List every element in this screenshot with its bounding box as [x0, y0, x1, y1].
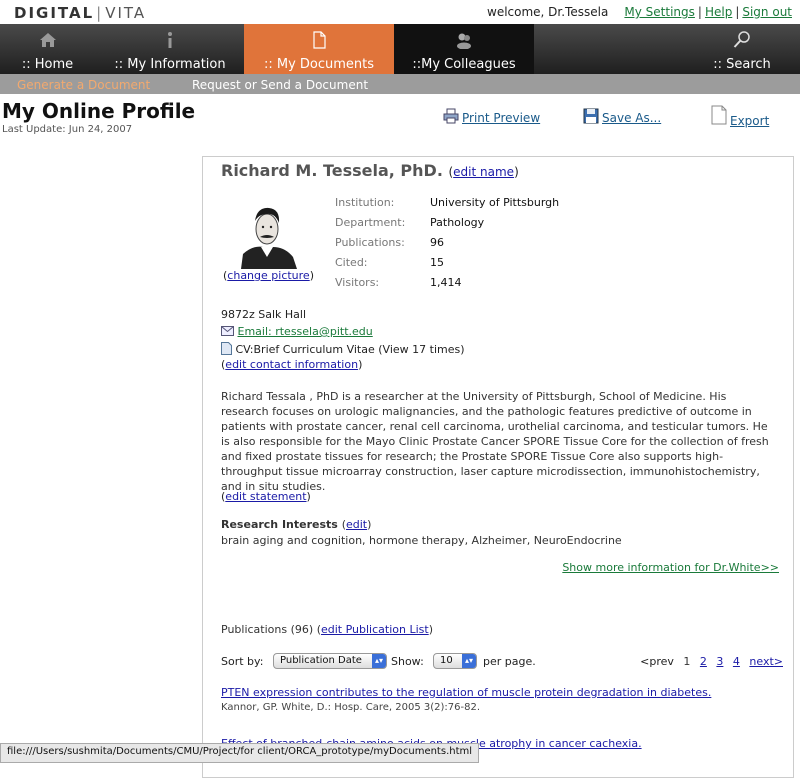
- generate-document-link[interactable]: Generate a Document: [17, 78, 150, 92]
- printer-icon: [443, 108, 459, 124]
- change-picture-link[interactable]: change picture: [227, 269, 309, 282]
- save-as-link[interactable]: Save As...: [602, 111, 661, 125]
- cv-text: CV:Brief Curriculum Vitae (View 17 times…: [235, 343, 465, 356]
- next-page-link[interactable]: next>: [749, 655, 783, 668]
- page-4-link[interactable]: 4: [733, 655, 740, 668]
- export-link[interactable]: Export: [730, 114, 769, 128]
- tab-my-information-label: :: My Information: [114, 57, 226, 72]
- profile-photo: [233, 199, 301, 269]
- home-icon: [39, 33, 56, 47]
- publications-heading: Publications (96) (edit Publication List…: [221, 623, 433, 636]
- brand-right: VITA: [105, 4, 147, 22]
- page-title: My Online Profile: [2, 99, 196, 123]
- tab-search[interactable]: :: Search: [690, 24, 794, 74]
- select-arrows-icon: ▴▾: [372, 654, 386, 668]
- page-size-select[interactable]: 10 ▴▾: [433, 653, 477, 669]
- profile-name-row: Richard M. Tessela, PhD. (edit name): [221, 161, 519, 180]
- edit-contact-link[interactable]: edit contact information: [225, 358, 358, 371]
- tab-home-label: :: Home: [21, 57, 74, 72]
- info-key: Publications:: [335, 236, 405, 249]
- page-3-link[interactable]: 3: [716, 655, 723, 668]
- edit-name-link[interactable]: edit name: [453, 165, 514, 179]
- tab-my-colleagues-label: ::My Colleagues: [412, 57, 516, 72]
- colleagues-icon: [457, 33, 471, 49]
- tab-home[interactable]: :: Home: [0, 24, 95, 74]
- sign-out-link[interactable]: Sign out: [742, 5, 792, 19]
- publications-label: Publications (96): [221, 623, 314, 636]
- info-value: 15: [430, 256, 444, 269]
- info-value: 1,414: [430, 276, 462, 289]
- top-bar: DIGITAL | VITA welcome, Dr.Tessela My Sett…: [0, 0, 800, 24]
- select-arrows-icon: ▴▾: [462, 654, 476, 668]
- edit-contact-row: (edit contact information): [221, 358, 363, 371]
- info-value: 96: [430, 236, 444, 249]
- tab-my-colleagues[interactable]: ::My Colleagues: [394, 24, 534, 74]
- edit-statement-link[interactable]: edit statement: [225, 490, 306, 503]
- sort-label: Sort by:: [221, 655, 264, 668]
- edit-interests-link[interactable]: edit: [346, 518, 367, 531]
- export-page-icon: [711, 105, 727, 125]
- sort-value: Publication Date: [280, 655, 362, 666]
- sort-select[interactable]: Publication Date ▴▾: [273, 653, 387, 669]
- page-size-value: 10: [440, 655, 453, 666]
- request-send-document-link[interactable]: Request or Send a Document: [192, 78, 368, 92]
- tab-my-information[interactable]: :: My Information: [100, 24, 240, 74]
- research-interests-label: Research Interests: [221, 518, 338, 531]
- last-update: Last Update: Jun 24, 2007: [2, 124, 132, 135]
- show-label: Show:: [391, 655, 424, 668]
- publication-title-link[interactable]: PTEN expression contributes to the regul…: [221, 686, 711, 699]
- document-icon: [313, 31, 326, 49]
- last-update-label: Last Update:: [2, 124, 66, 135]
- envelope-icon: [221, 326, 234, 336]
- email-link[interactable]: Email: rtessela@pitt.edu: [238, 325, 373, 338]
- research-statement: Richard Tessala , PhD is a researcher at…: [221, 390, 769, 493]
- info-value: Pathology: [430, 216, 485, 229]
- page-1: 1: [683, 655, 691, 668]
- publication-citation: Kannor, GP. White, D.: Hosp. Care, 2005 …: [221, 702, 481, 713]
- sub-nav: Generate a Document Request or Send a Do…: [0, 74, 800, 94]
- prev-page-link[interactable]: <prev: [640, 655, 674, 668]
- edit-publication-list-link[interactable]: edit Publication List: [321, 623, 429, 636]
- brand-separator: |: [96, 4, 104, 22]
- pagination: <prev 1 2 3 4 next>: [634, 655, 783, 668]
- my-settings-link[interactable]: My Settings: [624, 5, 695, 19]
- change-picture-row: (change picture): [223, 269, 314, 282]
- address: 9872z Salk Hall: [221, 308, 307, 321]
- tab-my-documents[interactable]: :: My Documents: [244, 24, 394, 74]
- research-interests-heading: Research Interests (edit): [221, 518, 372, 531]
- profile-card: Richard M. Tessela, PhD. (edit name) (ch…: [202, 156, 794, 778]
- main-nav: :: Home :: My Information :: My Document…: [0, 24, 800, 74]
- brand-left: DIGITAL: [14, 4, 95, 22]
- document-icon: [221, 342, 232, 355]
- info-value: University of Pittsburgh: [430, 196, 560, 209]
- tab-search-label: :: Search: [713, 57, 771, 72]
- info-key: Department:: [335, 216, 406, 229]
- publication-controls: Sort by: Publication Date ▴▾ Show: 10 ▴▾…: [221, 653, 783, 673]
- research-interests: brain aging and cognition, hormone thera…: [221, 534, 622, 547]
- last-update-date: Jun 24, 2007: [68, 124, 133, 135]
- edit-statement-row: (edit statement): [221, 490, 311, 503]
- info-icon: [168, 32, 172, 48]
- email-row: Email: rtessela@pitt.edu: [221, 325, 373, 338]
- floppy-disk-icon: [583, 108, 599, 124]
- brand-logo[interactable]: DIGITAL | VITA: [14, 4, 146, 22]
- info-key: Visitors:: [335, 276, 380, 289]
- info-key: Institution:: [335, 196, 395, 209]
- per-page-label: per page.: [483, 655, 536, 668]
- profile-name: Richard M. Tessela, PhD.: [221, 161, 443, 180]
- tab-my-documents-label: :: My Documents: [263, 57, 375, 72]
- cv-row[interactable]: CV:Brief Curriculum Vitae (View 17 times…: [221, 342, 465, 356]
- info-key: Cited:: [335, 256, 368, 269]
- page-2-link[interactable]: 2: [700, 655, 707, 668]
- print-preview-link[interactable]: Print Preview: [462, 111, 540, 125]
- help-link[interactable]: Help: [705, 5, 732, 19]
- search-icon: [733, 31, 750, 48]
- account-links: My Settings | Help | Sign out: [624, 5, 792, 19]
- show-more-link[interactable]: Show more information for Dr.White>>: [562, 561, 779, 574]
- welcome-text: welcome, Dr.Tessela: [487, 5, 609, 19]
- browser-status-bar: file:///Users/sushmita/Documents/CMU/Pro…: [0, 743, 480, 763]
